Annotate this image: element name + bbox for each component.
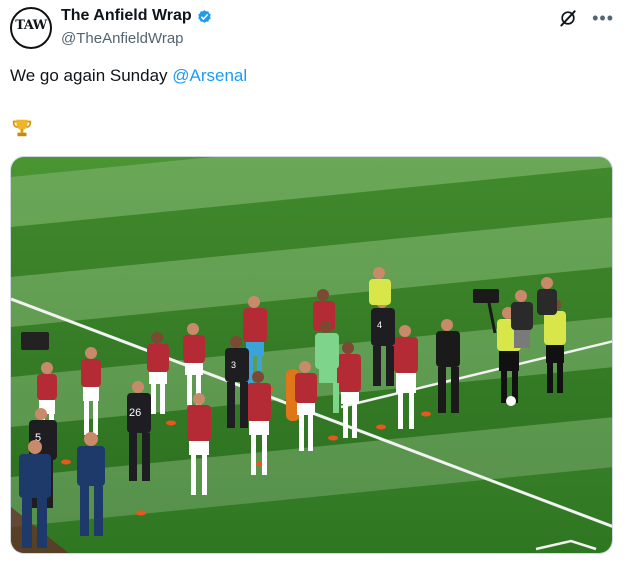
tweet-text: We go again Sunday @Arsenal (10, 66, 247, 86)
more-options-icon[interactable]: ••• (592, 9, 614, 27)
author-name-row[interactable]: The Anfield Wrap (61, 7, 213, 25)
tweet-photo[interactable]: 3 26 5 4 (10, 156, 613, 554)
avatar[interactable]: TAW ​ (10, 7, 52, 49)
tweet-body: We go again Sunday (10, 66, 173, 85)
shirt-number: 3 (231, 360, 236, 370)
shirt-number: 26 (129, 407, 141, 419)
trophy-icon (12, 119, 32, 137)
verified-badge-icon (197, 9, 211, 23)
user-handle[interactable]: @TheAnfieldWrap (61, 30, 184, 47)
grok-icon[interactable] (558, 8, 578, 28)
guard-of-honour-photo: 3 26 5 4 (11, 157, 612, 553)
tweet-card: TAW ​ The Anfield Wrap @TheAnfieldWrap •… (0, 0, 634, 562)
mention-link[interactable]: @Arsenal (172, 66, 247, 85)
shirt-number: 4 (377, 320, 382, 330)
display-name[interactable]: The Anfield Wrap (61, 7, 192, 25)
avatar-monogram: TAW (15, 18, 47, 33)
tweet-actions-top: ••• (558, 8, 614, 28)
